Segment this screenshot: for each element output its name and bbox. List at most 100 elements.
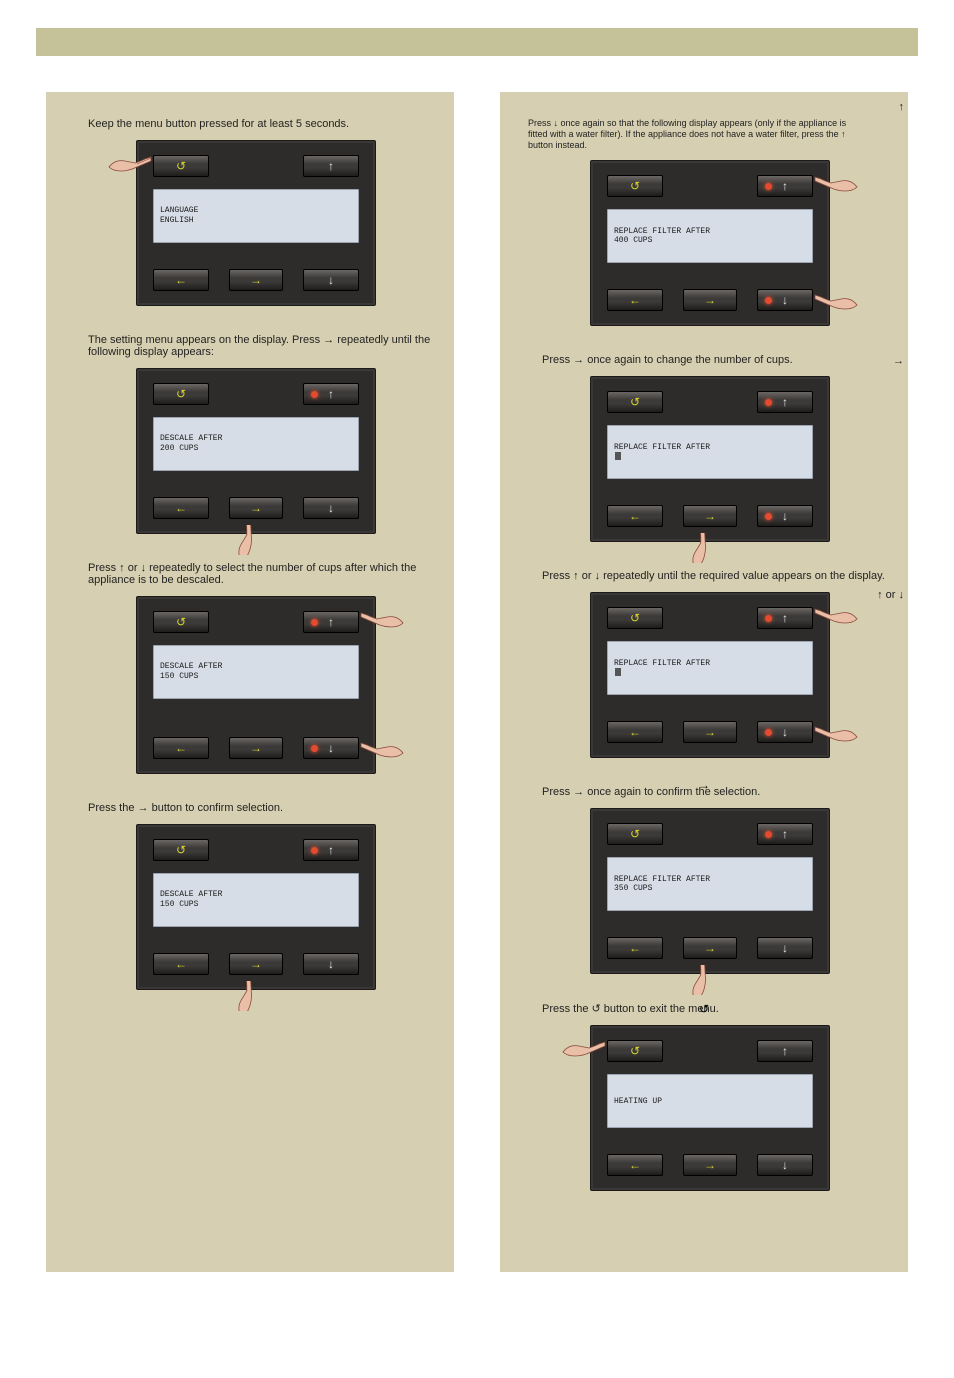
down-button[interactable]: ↓ — [757, 289, 813, 311]
cursor — [615, 668, 621, 676]
screen-line-1: REPLACE FILTER AFTER — [614, 875, 806, 885]
step-caption: Press the → button to confirm selection. — [60, 796, 440, 816]
cursor — [615, 452, 621, 460]
lcd-screen: REPLACE FILTER AFTER — [607, 641, 813, 695]
margin-symbol: ↑ — [899, 100, 905, 114]
up-arrow-icon: ↑ — [328, 159, 334, 173]
screen-line-1: REPLACE FILTER AFTER — [614, 227, 806, 237]
screen-line-2 — [614, 452, 806, 462]
right-button[interactable]: → — [229, 737, 283, 759]
right-button[interactable]: → — [229, 953, 283, 975]
menu-button[interactable]: ↺ — [153, 155, 209, 177]
screen-line-2: 200 CUPS — [160, 444, 352, 454]
left-button[interactable]: ← — [153, 497, 209, 519]
device: ↺ ↑ REPLACE FILTER AFTER 400 CUPS ← → ↓ — [590, 160, 830, 326]
left-arrow-icon: ← — [629, 293, 641, 307]
screen-line-2: 150 CUPS — [160, 900, 352, 910]
margin-symbol: → — [893, 354, 904, 368]
hand-icon — [223, 525, 269, 555]
up-button[interactable]: ↑ — [757, 823, 813, 845]
down-button[interactable]: ↓ — [303, 953, 359, 975]
up-button[interactable]: ↑ — [303, 611, 359, 633]
lcd-screen: DESCALE AFTER 150 CUPS — [153, 873, 359, 927]
left-button[interactable]: ← — [153, 953, 209, 975]
right-arrow-icon: → — [704, 293, 716, 307]
down-button[interactable]: ↓ — [303, 737, 359, 759]
device-figure: ↺ ↑ REPLACE FILTER AFTER ← → ↓ — [574, 376, 834, 542]
up-button[interactable]: ↑ — [303, 839, 359, 861]
down-arrow-icon: ↓ — [782, 1158, 788, 1172]
left-button[interactable]: ← — [607, 505, 663, 527]
up-arrow-icon: ↑ — [782, 611, 788, 625]
screen-line-1: DESCALE AFTER — [160, 890, 352, 900]
down-button[interactable]: ↓ — [757, 1154, 813, 1176]
left-button[interactable]: ← — [153, 269, 209, 291]
led-icon — [765, 297, 772, 304]
undo-icon: ↺ — [630, 827, 640, 841]
right-arrow-icon: → — [704, 941, 716, 955]
hand-icon — [813, 287, 859, 317]
device-figure: ↺ ↑ REPLACE FILTER AFTER 400 CUPS ← → ↓ — [574, 160, 834, 326]
menu-button[interactable]: ↺ — [607, 175, 663, 197]
right-column: ↑ → ↑ or ↓ Press ↓ once again so that th… — [500, 92, 908, 1272]
down-button[interactable]: ↓ — [757, 937, 813, 959]
right-button[interactable]: → — [683, 289, 737, 311]
down-button[interactable]: ↓ — [303, 269, 359, 291]
up-button[interactable]: ↑ — [757, 607, 813, 629]
up-button[interactable]: ↑ — [757, 175, 813, 197]
up-button[interactable]: ↑ — [757, 391, 813, 413]
device-figure: ↺ ↑ REPLACE FILTER AFTER 350 CUPS ← → ↓ — [574, 808, 834, 974]
left-arrow-icon: ← — [629, 1158, 641, 1172]
right-button[interactable]: → — [683, 505, 737, 527]
screen-line-1: HEATING UP — [614, 1097, 806, 1107]
left-button[interactable]: ← — [607, 1154, 663, 1176]
up-button[interactable]: ↑ — [303, 383, 359, 405]
hand-icon — [677, 533, 723, 563]
menu-button[interactable]: ↺ — [153, 383, 209, 405]
margin-symbol: ↑ or ↓ — [877, 588, 904, 602]
down-arrow-icon: ↓ — [328, 501, 334, 515]
device: ↺ ↑ REPLACE FILTER AFTER ← → ↓ — [590, 376, 830, 542]
up-button[interactable]: ↑ — [303, 155, 359, 177]
menu-button[interactable]: ↺ — [153, 839, 209, 861]
down-button[interactable]: ↓ — [303, 497, 359, 519]
menu-button[interactable]: ↺ — [153, 611, 209, 633]
down-arrow-icon: ↓ — [328, 957, 334, 971]
up-button[interactable]: ↑ — [757, 1040, 813, 1062]
left-button[interactable]: ← — [607, 289, 663, 311]
screen-line-1: REPLACE FILTER AFTER — [614, 659, 806, 669]
menu-button[interactable]: ↺ — [607, 823, 663, 845]
menu-button[interactable]: ↺ — [607, 1040, 663, 1062]
left-button[interactable]: ← — [607, 721, 663, 743]
device-figure: ↺ ↑ LANGUAGE ENGLISH ← → ↓ — [120, 140, 380, 306]
right-button[interactable]: → — [229, 497, 283, 519]
device-figure: ↺ ↑ HEATING UP ← → ↓ — [574, 1025, 834, 1191]
device-figure: ↺ ↑ DESCALE AFTER 200 CUPS ← → ↓ — [120, 368, 380, 534]
hand-icon — [813, 601, 859, 631]
down-arrow-icon: ↓ — [328, 273, 334, 287]
step-caption: Press ↑ or ↓ repeatedly until the requir… — [514, 564, 894, 584]
lcd-screen: DESCALE AFTER 150 CUPS — [153, 645, 359, 699]
screen-line-1: LANGUAGE — [160, 206, 352, 216]
undo-icon: ↺ — [630, 179, 640, 193]
right-button[interactable]: → — [683, 937, 737, 959]
left-button[interactable]: ← — [607, 937, 663, 959]
right-button[interactable]: → — [229, 269, 283, 291]
down-button[interactable]: ↓ — [757, 721, 813, 743]
hand-icon — [561, 1034, 607, 1064]
screen-line-2 — [614, 668, 806, 678]
menu-button[interactable]: ↺ — [607, 607, 663, 629]
device: ↺ ↑ REPLACE FILTER AFTER 350 CUPS ← → ↓ — [590, 808, 830, 974]
hand-icon — [677, 965, 723, 995]
device-figure: ↺ ↑ DESCALE AFTER 150 CUPS ← → ↓ — [120, 596, 380, 774]
right-button[interactable]: → — [683, 721, 737, 743]
right-arrow-icon: → — [250, 501, 262, 515]
down-button[interactable]: ↓ — [757, 505, 813, 527]
menu-button[interactable]: ↺ — [607, 391, 663, 413]
left-arrow-icon: ← — [175, 273, 187, 287]
left-button[interactable]: ← — [153, 737, 209, 759]
right-button[interactable]: → — [683, 1154, 737, 1176]
left-arrow-icon: ← — [629, 725, 641, 739]
lcd-screen: HEATING UP — [607, 1074, 813, 1128]
led-icon — [765, 831, 772, 838]
